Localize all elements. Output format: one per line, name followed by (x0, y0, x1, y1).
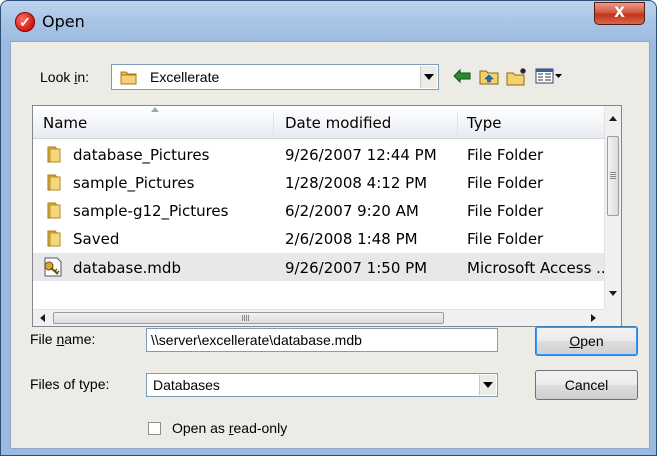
file-date-cell: 2/6/2008 1:48 PM (285, 230, 418, 248)
file-row[interactable]: database_Pictures 9/26/2007 12:44 PM Fil… (33, 140, 604, 168)
file-name-cell: database.mdb (73, 259, 181, 277)
file-type-cell: Microsoft Access ... (467, 259, 611, 277)
file-name-cell: sample_Pictures (73, 174, 195, 192)
read-only-checkbox[interactable] (148, 422, 161, 435)
scroll-down-icon[interactable] (609, 291, 617, 296)
file-row[interactable]: sample_Pictures 1/28/2008 4:12 PM File F… (33, 168, 604, 196)
new-folder-icon[interactable] (505, 64, 529, 88)
file-type-cell: File Folder (467, 202, 544, 220)
scrollbar-corner (604, 309, 621, 326)
folder-icon (47, 146, 61, 163)
scroll-up-icon[interactable] (609, 116, 617, 121)
open-button[interactable]: Open (535, 326, 638, 356)
file-type-cell: File Folder (467, 146, 544, 164)
folder-icon (47, 202, 61, 219)
file-list[interactable]: Name Date modified Type database_Picture… (32, 105, 622, 327)
horizontal-scroll-thumb[interactable] (53, 312, 444, 324)
dialog-body: Look in: Excellerate Name Date modified … (10, 41, 650, 449)
file-row[interactable]: sample-g12_Pictures 6/2/2007 9:20 AM Fil… (33, 196, 604, 224)
up-one-level-icon[interactable] (478, 64, 500, 88)
file-type-cell: File Folder (467, 174, 544, 192)
vertical-scrollbar[interactable] (604, 106, 621, 309)
look-in-label: Look in: (40, 69, 90, 85)
file-type-cell: File Folder (467, 230, 544, 248)
files-of-type-value: Databases (153, 377, 220, 393)
file-date-cell: 9/26/2007 12:44 PM (285, 146, 437, 164)
cancel-button[interactable]: Cancel (535, 370, 638, 400)
access-database-icon (44, 257, 62, 277)
back-arrow-icon[interactable] (451, 64, 473, 88)
look-in-dropdown[interactable]: Excellerate (111, 64, 439, 90)
folder-icon (47, 230, 61, 247)
folder-icon (120, 71, 137, 85)
scroll-right-icon[interactable] (591, 314, 596, 322)
horizontal-scrollbar[interactable] (33, 309, 604, 326)
file-name-cell: sample-g12_Pictures (73, 202, 229, 220)
app-check-icon: ✓ (15, 12, 35, 32)
dropdown-arrow-icon[interactable] (420, 66, 437, 88)
file-date-cell: 1/28/2008 4:12 PM (285, 174, 428, 192)
files-of-type-label: Files of type: (30, 376, 110, 392)
file-date-cell: 9/26/2007 1:50 PM (285, 259, 428, 277)
file-row[interactable]: Saved 2/6/2008 1:48 PM File Folder (33, 224, 604, 252)
close-button[interactable]: X (594, 2, 645, 25)
file-name-label: File name: (30, 331, 96, 347)
file-date-cell: 6/2/2007 9:20 AM (285, 202, 419, 220)
dropdown-arrow-icon[interactable] (479, 375, 496, 395)
file-name-cell: database_Pictures (73, 146, 210, 164)
read-only-label[interactable]: Open as read-only (172, 420, 287, 436)
column-header-type[interactable]: Type (467, 106, 501, 138)
column-header-name[interactable]: Name (43, 106, 87, 138)
open-dialog: ✓ Open X Look in: Excellerate Name Date … (0, 0, 657, 456)
column-header-date-modified[interactable]: Date modified (285, 106, 391, 138)
sort-ascending-icon (151, 107, 159, 112)
folder-icon (47, 174, 61, 191)
files-of-type-dropdown[interactable]: Databases (146, 373, 498, 397)
view-menu-icon[interactable] (534, 64, 564, 88)
vertical-scroll-thumb[interactable] (607, 136, 619, 216)
file-name-input[interactable]: \\server\excellerate\database.mdb (146, 328, 498, 352)
scroll-left-icon[interactable] (40, 314, 45, 322)
title-bar[interactable]: ✓ Open X (1, 1, 656, 41)
window-title: Open (42, 12, 85, 31)
look-in-value: Excellerate (150, 69, 220, 85)
file-row-selected[interactable]: database.mdb 9/26/2007 1:50 PM Microsoft… (33, 253, 610, 281)
file-list-header: Name Date modified Type (33, 106, 604, 139)
file-name-cell: Saved (73, 230, 120, 248)
